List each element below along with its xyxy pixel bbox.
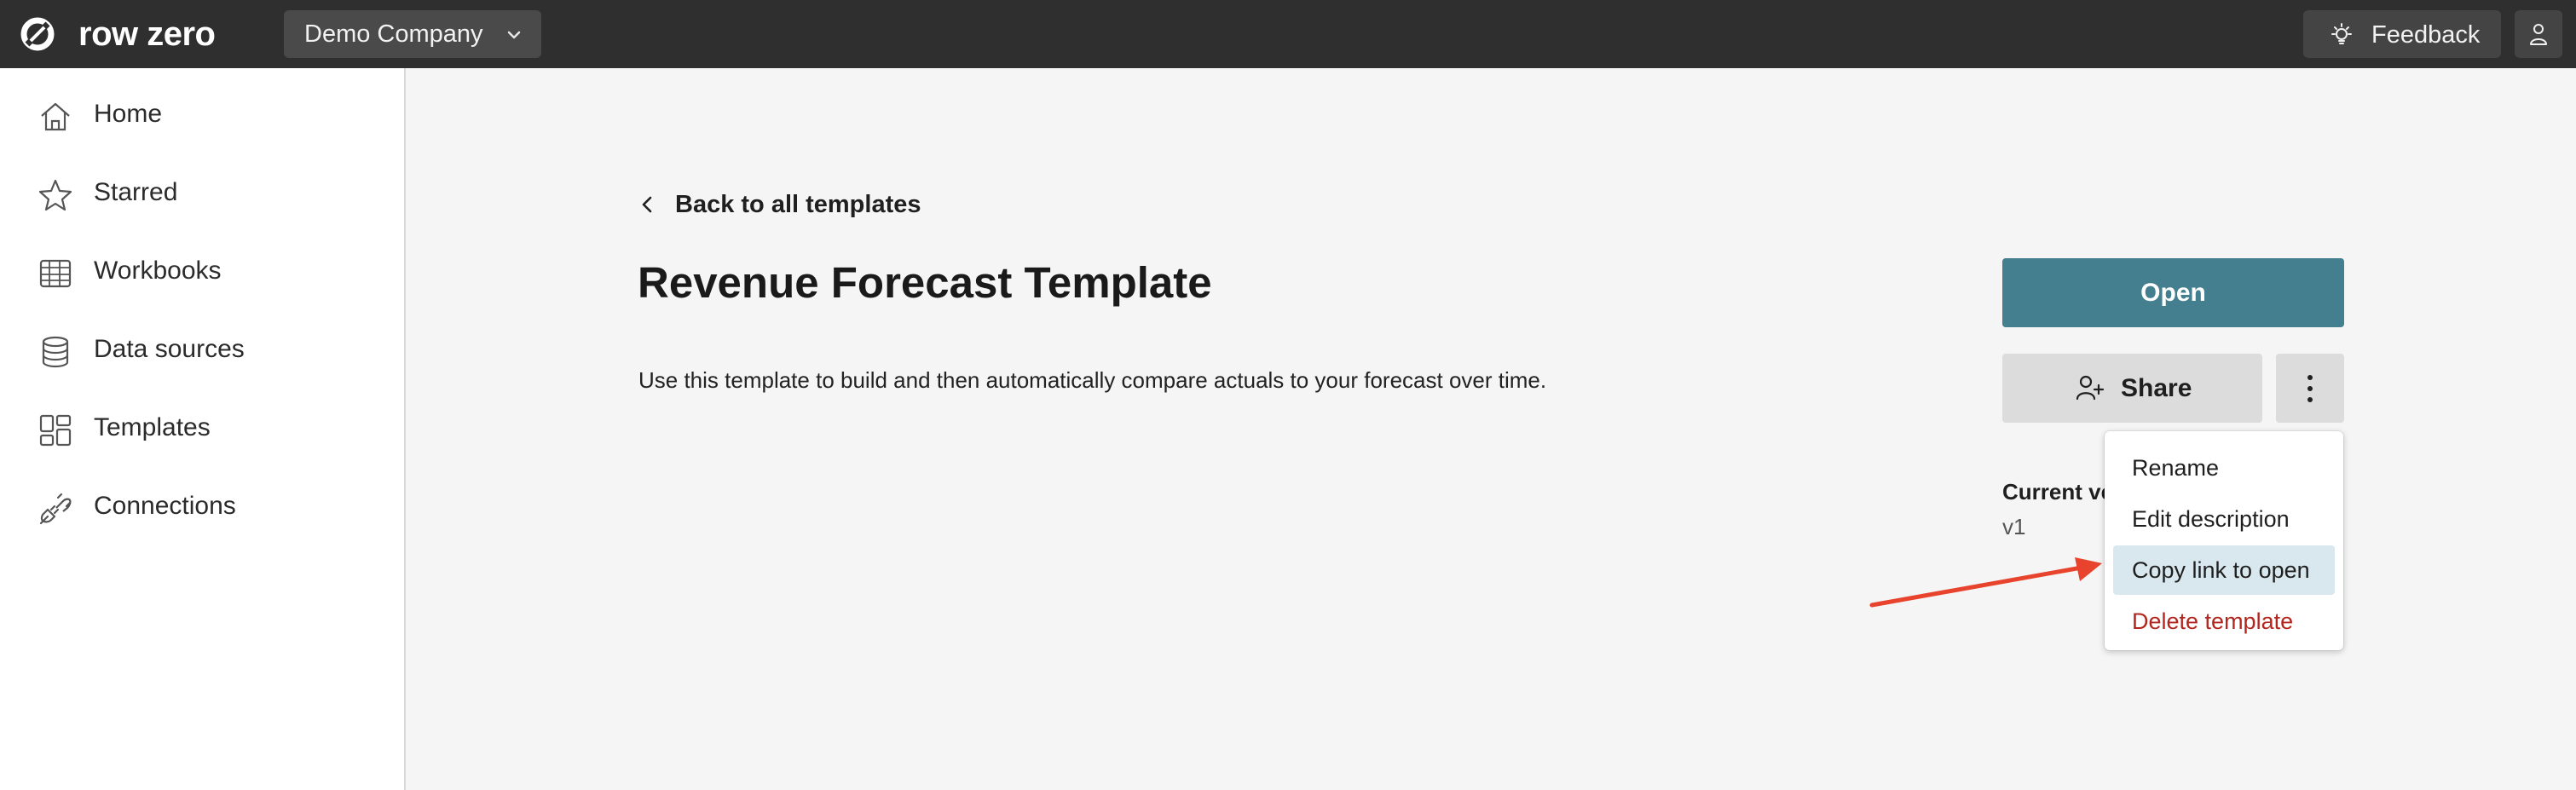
top-bar: row zero Demo Company Feedback — [0, 0, 2576, 68]
company-name: Demo Company — [304, 20, 483, 48]
sidebar-item-workbooks[interactable]: Workbooks — [0, 237, 404, 305]
sidebar-item-starred[interactable]: Starred — [0, 159, 404, 227]
menu-item-delete-template[interactable]: Delete template — [2113, 597, 2335, 646]
chevron-left-icon — [642, 196, 652, 213]
back-to-templates-link[interactable]: Back to all templates — [638, 189, 921, 220]
chevron-down-icon — [507, 31, 521, 39]
sidebar: Home Starred Workbooks Data sources Temp… — [0, 68, 406, 790]
row-zero-logo-icon — [20, 17, 55, 51]
templates-icon — [39, 414, 72, 447]
plug-icon — [39, 493, 72, 525]
open-button-label: Open — [2140, 278, 2206, 307]
page-title: Revenue Forecast Template — [638, 258, 1212, 307]
back-link-label: Back to all templates — [675, 190, 921, 218]
current-version-value: v1 — [2002, 514, 2026, 539]
database-icon — [42, 336, 69, 368]
menu-item-copy-link-to-open[interactable]: Copy link to open — [2113, 545, 2335, 595]
table-icon — [39, 259, 72, 288]
sidebar-item-connections[interactable]: Connections — [0, 472, 404, 540]
menu-item-rename[interactable]: Rename — [2113, 443, 2335, 493]
more-vertical-icon — [2307, 375, 2313, 402]
sidebar-item-label: Connections — [94, 492, 236, 520]
sidebar-item-data-sources[interactable]: Data sources — [0, 315, 404, 383]
sidebar-item-label: Templates — [94, 413, 211, 441]
company-selector[interactable]: Demo Company — [284, 10, 541, 58]
sidebar-item-label: Home — [94, 100, 163, 128]
sidebar-item-label: Workbooks — [94, 257, 222, 285]
feedback-button[interactable]: Feedback — [2303, 10, 2501, 58]
user-menu-button[interactable] — [2515, 10, 2562, 58]
annotation-arrow — [1869, 557, 2102, 608]
open-button[interactable]: Open — [2002, 258, 2344, 327]
star-icon — [38, 179, 72, 211]
sidebar-item-label: Starred — [94, 178, 178, 206]
sidebar-item-home[interactable]: Home — [0, 80, 404, 148]
sidebar-item-label: Data sources — [94, 335, 245, 363]
user-icon — [2530, 24, 2547, 45]
current-version-label: Current version — [2002, 479, 2105, 505]
add-user-icon — [2076, 375, 2105, 401]
home-icon — [41, 102, 70, 131]
sidebar-item-templates[interactable]: Templates — [0, 394, 404, 462]
template-description: Use this template to build and then auto… — [638, 367, 1547, 393]
brand-name: row zero — [78, 14, 216, 53]
logo[interactable]: row zero — [19, 14, 216, 53]
share-button-label: Share — [2121, 374, 2192, 402]
lightbulb-icon — [2331, 23, 2352, 44]
menu-item-edit-description[interactable]: Edit description — [2113, 494, 2335, 544]
template-options-menu: Rename Edit description Copy link to ope… — [2105, 431, 2343, 650]
feedback-label: Feedback — [2371, 21, 2481, 49]
share-button[interactable]: Share — [2002, 354, 2262, 423]
more-options-button[interactable] — [2276, 354, 2344, 423]
